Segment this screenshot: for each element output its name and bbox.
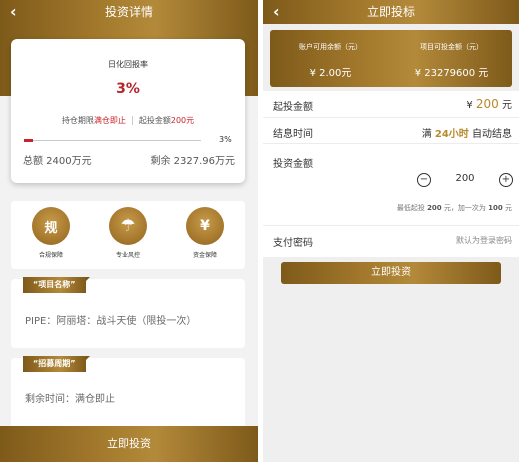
progress-percent: 3% (219, 135, 232, 144)
amount-value[interactable]: 200 (441, 173, 489, 184)
settle-time-value: 满 24小时 自动结息 (421, 129, 512, 140)
header-bar: ‹ 立即投标 (263, 0, 519, 24)
page-title: 投资详情 (104, 5, 153, 19)
settle-time-row: 结息时间 满 24小时 自动结息 (263, 117, 519, 144)
invest-now-button[interactable]: 立即投资 (0, 426, 258, 462)
quantity-stepper: − 200 + (417, 173, 513, 189)
remaining-amount: 剩余 2327.96万元 (150, 156, 235, 167)
min-invest-row: 起投金额 ¥ 200 元 (263, 91, 519, 118)
terms-row: 持仓期限满仓即止 起投金额200元 (11, 115, 245, 126)
total-amount: 总额 2400万元 (23, 156, 92, 167)
period-prefix: 持仓期限 (61, 116, 94, 125)
project-available: 项目可投金额（元） ¥ 23279600 元 (414, 43, 489, 79)
period-value: 满仓即止 (93, 116, 126, 125)
bid-form: 起投金额 ¥ 200 元 结息时间 满 24小时 自动结息 投资金额 − 200… (263, 91, 519, 257)
section-tag: “招募周期” (23, 356, 90, 372)
project-name-section: “项目名称” PIPE：阿丽塔：战斗天使（限投一次） (11, 277, 245, 348)
daily-rate: 3% (116, 81, 140, 97)
password-row[interactable]: 支付密码 默认为登录密码 (263, 225, 519, 256)
investment-detail-screen: ‹ 投资详情 日化回报率 3% 持仓期限满仓即止 起投金额200元 3% 总额 2… (0, 0, 258, 462)
feature-risk-control[interactable]: ☂ 专业风控 (98, 207, 158, 259)
feature-fund-guarantee[interactable]: ¥ 资金保障 (175, 207, 235, 259)
page-title: 立即投标 (366, 5, 415, 19)
feature-label: 专业风控 (115, 252, 140, 259)
min-prefix: 起投金额 (138, 116, 171, 125)
min-invest-value: ¥ 200 元 (466, 97, 512, 111)
balance-card: 账户可用余额（元） ¥ 2.00元 项目可投金额（元） ¥ 23279600 元 (270, 30, 512, 87)
feature-label: 资金保障 (192, 252, 217, 259)
password-field[interactable]: 默认为登录密码 (456, 235, 512, 246)
invest-now-button[interactable]: 立即投资 (281, 262, 501, 284)
umbrella-icon: ☂ (109, 207, 147, 245)
section-tag: “项目名称” (23, 277, 90, 293)
totals-row: 总额 2400万元 剩余 2327.96万元 (23, 152, 235, 167)
header-bar: ‹ 投资详情 (0, 0, 258, 24)
amount-row: 投资金额 − 200 + 最低起投 200 元，加一次为 100 元 (263, 143, 519, 226)
divider (131, 116, 133, 125)
rate-card: 日化回报率 3% 持仓期限满仓即止 起投金额200元 3% 总额 2400万元 剩… (11, 39, 245, 183)
shield-compliance-icon: 规 (32, 207, 70, 245)
feature-compliance[interactable]: 规 合规保障 (21, 207, 81, 259)
project-name: PIPE：阿丽塔：战斗天使（限投一次） (25, 316, 197, 327)
amount-hint: 最低起投 200 元，加一次为 100 元 (396, 204, 512, 212)
remaining-time: 剩余时间：满仓即止 (25, 394, 115, 405)
bid-screen: ‹ 立即投标 账户可用余额（元） ¥ 2.00元 项目可投金额（元） ¥ 232… (263, 0, 519, 462)
min-value: 200元 (170, 116, 195, 125)
plus-button[interactable]: + (499, 173, 513, 187)
rate-label: 日化回报率 (108, 60, 148, 69)
progress-fill (24, 139, 33, 142)
feature-label: 合规保障 (38, 252, 63, 259)
minus-button[interactable]: − (417, 173, 431, 187)
available-balance: 账户可用余额（元） ¥ 2.00元 (299, 43, 362, 79)
guarantee-section: 规 合规保障 ☂ 专业风控 ¥ 资金保障 (11, 201, 245, 269)
fund-shield-icon: ¥ (186, 207, 224, 245)
progress-bar (24, 139, 201, 142)
